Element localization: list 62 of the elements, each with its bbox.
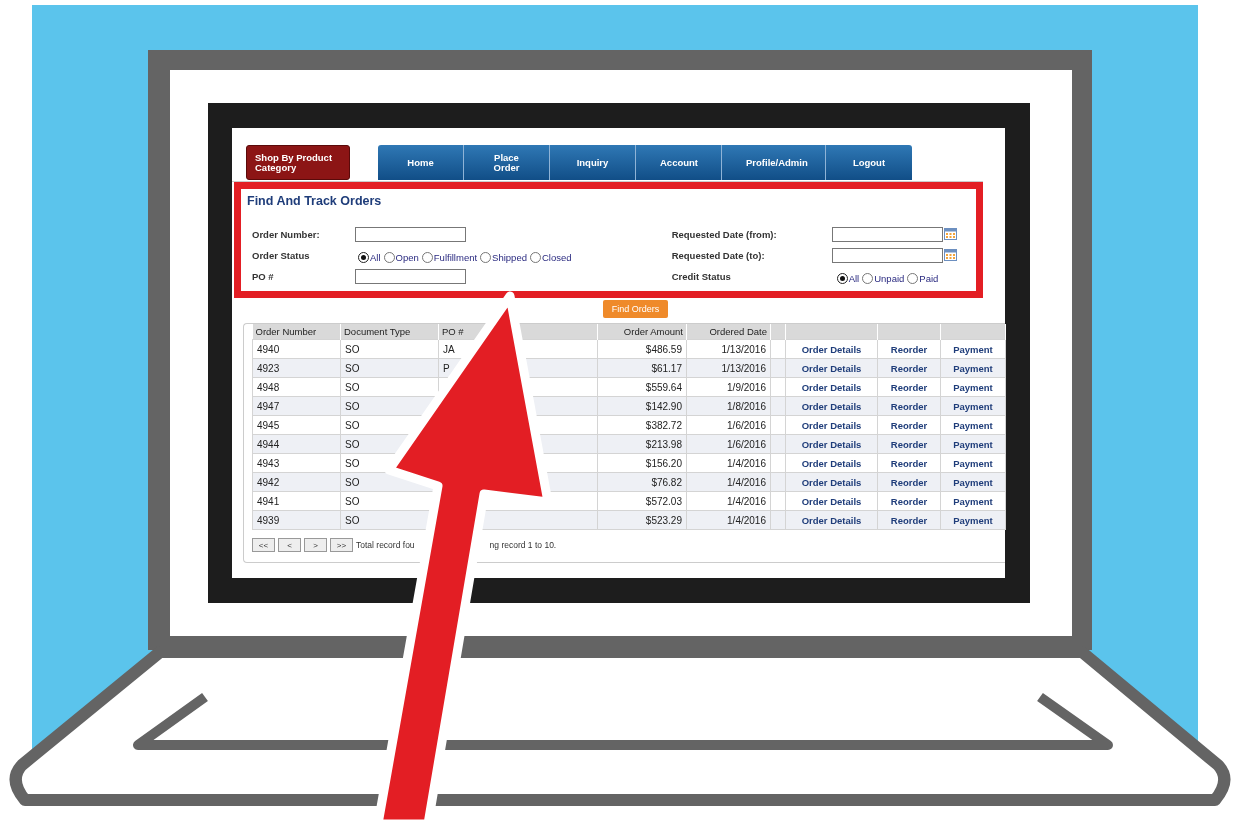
date-field[interactable] [831, 247, 943, 263]
calendar-icon[interactable] [943, 249, 957, 261]
table-cell: $572.03 [597, 491, 687, 511]
radio-label[interactable]: Shipped [492, 251, 527, 263]
column-header: Ordered Date [686, 324, 771, 340]
calendar-icon[interactable] [943, 228, 957, 240]
radio-button[interactable] [862, 272, 874, 284]
panel-title: Find And Track Orders [247, 194, 382, 208]
radio-button[interactable] [530, 251, 541, 263]
column-header: Order Amount [597, 324, 687, 340]
category-button[interactable]: Shop By Product Category [246, 145, 350, 180]
record-count-text: Total record fou [356, 540, 415, 550]
table-cell: $559.64 [597, 377, 687, 397]
input-field[interactable] [355, 226, 466, 242]
nav-tab[interactable]: Profile/Admin [722, 145, 826, 180]
radio-label[interactable]: Open [395, 251, 419, 263]
table-cell: 1/6/2016 [686, 415, 771, 435]
radio-label[interactable]: Unpaid [874, 272, 905, 284]
page-button[interactable]: >> [330, 538, 353, 552]
field-label: Order Number: [252, 228, 321, 240]
field-label: Requested Date (to): [671, 249, 766, 261]
radio-label[interactable]: Paid [919, 272, 939, 284]
radio-button[interactable] [358, 251, 369, 263]
table-cell: 1/4/2016 [686, 491, 771, 511]
table-cell: $382.72 [597, 415, 687, 435]
radio-button[interactable] [907, 272, 919, 284]
page-button[interactable]: > [304, 538, 327, 552]
column-header: Document Type [340, 324, 439, 340]
input-field[interactable] [355, 268, 466, 284]
radio-label[interactable]: All [370, 251, 381, 263]
table-cell: 1/4/2016 [686, 453, 771, 473]
table-cell: 4943 [252, 453, 341, 473]
page-button[interactable]: < [278, 538, 301, 552]
field-label: Credit Status [671, 270, 732, 282]
date-field[interactable] [831, 226, 943, 242]
table-cell: 4940 [252, 339, 341, 359]
table-cell: 1/9/2016 [686, 377, 771, 397]
nav-tab[interactable]: Inquiry [550, 145, 636, 180]
table-cell: 4941 [252, 491, 341, 511]
nav-tab[interactable]: Place Order [464, 145, 550, 180]
radio-button[interactable] [836, 272, 848, 284]
page-button[interactable]: << [252, 538, 275, 552]
radio-label[interactable]: Fulfillment [433, 251, 478, 263]
table-cell: $486.59 [597, 339, 687, 359]
table-cell: 4945 [252, 415, 341, 435]
field-label: Order Status [252, 249, 311, 261]
nav-tab[interactable]: Logout [826, 145, 912, 180]
radio-button[interactable] [421, 251, 433, 263]
nav-tab[interactable]: Home [378, 145, 464, 180]
radio-label[interactable]: All [848, 272, 860, 284]
table-cell: SO [340, 339, 439, 359]
table-cell: 4948 [252, 377, 341, 397]
radio-label[interactable]: Closed [542, 251, 572, 263]
nav-tab[interactable]: Account [636, 145, 722, 180]
field-label: PO # [252, 270, 275, 282]
radio-button[interactable] [383, 251, 395, 263]
table-cell: 1/13/2016 [686, 339, 771, 359]
field-label: Requested Date (from): [671, 228, 778, 240]
column-header: Order Number [252, 324, 341, 340]
table-cell: $156.20 [597, 453, 687, 473]
record-count-text: ng record 1 to 10. [489, 540, 557, 550]
radio-button[interactable] [480, 251, 492, 263]
